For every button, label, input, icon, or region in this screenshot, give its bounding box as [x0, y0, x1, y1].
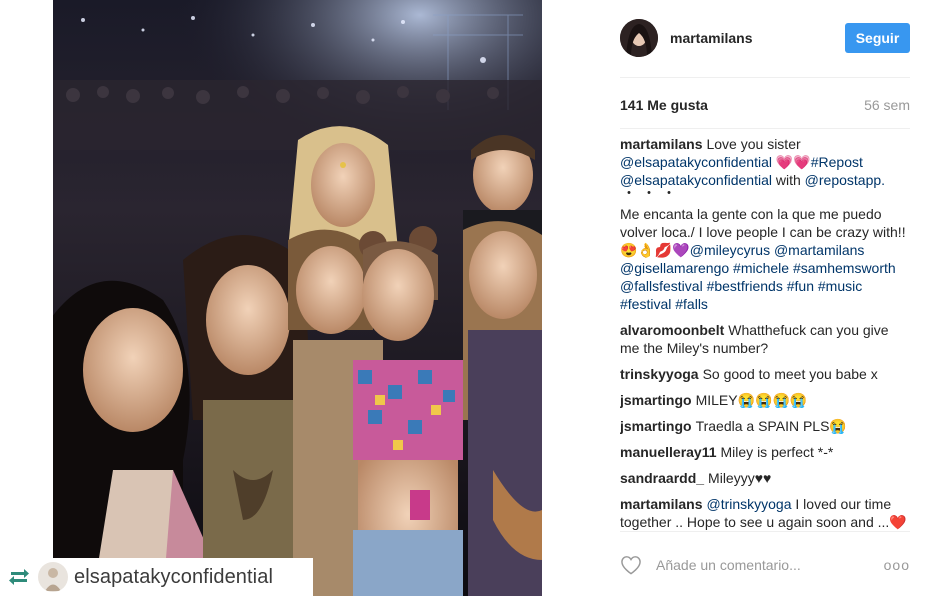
comment-text: Miley is perfect *-*: [720, 444, 834, 460]
hashtag-link[interactable]: #michele: [733, 260, 789, 276]
comment-username[interactable]: manuelleray11: [620, 444, 717, 460]
caption-username[interactable]: martamilans: [620, 136, 702, 152]
mention-link[interactable]: @elsapatakyconfidential: [620, 154, 772, 170]
caption: martamilans Love you sister @elsapatakyco…: [620, 135, 910, 313]
add-comment-bar: ooo: [620, 551, 910, 579]
mention-link[interactable]: @gisellamarengo: [620, 260, 729, 276]
comment-username[interactable]: alvaromoonbelt: [620, 322, 724, 338]
more-options-icon[interactable]: ooo: [884, 557, 910, 573]
divider: [620, 77, 910, 78]
caption-text: Me encanta la gente con la que me puedo …: [620, 206, 906, 240]
caption-text: with: [775, 172, 801, 188]
mention-link[interactable]: @martamilans: [774, 242, 864, 258]
caption-dots: ・・・: [622, 185, 682, 201]
post-info-panel: martamilans Seguir 141 Me gusta 56 sem m…: [600, 0, 930, 596]
caption-text: Love you sister: [706, 136, 801, 152]
comment-item: jsmartingo MILEY😭😭😭😭: [620, 391, 910, 409]
comment-text: Mileyyy♥♥: [708, 470, 772, 486]
hashtag-link[interactable]: #festival: [620, 296, 671, 312]
repost-avatar: [38, 562, 68, 592]
repost-banner: elsapatakyconfidential: [0, 558, 313, 596]
divider: [620, 531, 910, 532]
comment-item: trinskyyoga So good to meet you babe x: [620, 365, 910, 383]
post-stats: 141 Me gusta 56 sem: [620, 97, 910, 113]
concert-photo-illustration: [53, 0, 542, 596]
comment-username[interactable]: trinskyyoga: [620, 366, 699, 382]
emoji: 😍👌💋💜: [620, 242, 690, 258]
mention-link[interactable]: @fallsfestival: [620, 278, 703, 294]
comment-username[interactable]: martamilans: [620, 496, 702, 512]
follow-button[interactable]: Seguir: [845, 23, 910, 53]
heart-outline-icon[interactable]: [620, 553, 644, 577]
post-username[interactable]: martamilans: [670, 30, 845, 46]
comment-item: martamilans @trinskyyoga I loved our time…: [620, 495, 910, 531]
post-photo[interactable]: [53, 0, 542, 596]
mention-link[interactable]: @trinskyyoga: [706, 496, 791, 512]
comment-item: manuelleray11 Miley is perfect *-*: [620, 443, 910, 461]
comment-text: So good to meet you babe x: [702, 366, 878, 382]
likes-count[interactable]: 141 Me gusta: [620, 97, 708, 113]
repost-icon: [6, 566, 32, 588]
avatar[interactable]: [620, 19, 658, 57]
hashtag-link[interactable]: #falls: [675, 296, 708, 312]
mention-link[interactable]: @mileycyrus: [690, 242, 770, 258]
hashtag-link[interactable]: #Repost: [811, 154, 863, 170]
hashtag-link[interactable]: #bestfriends: [707, 278, 783, 294]
photo-panel: elsapatakyconfidential: [0, 0, 600, 596]
hashtag-link[interactable]: #music: [818, 278, 862, 294]
comment-username[interactable]: sandraardd_: [620, 470, 704, 486]
emoji: 💗💗: [775, 154, 811, 170]
comment-username[interactable]: jsmartingo: [620, 418, 692, 434]
repost-username: elsapatakyconfidential: [74, 565, 273, 588]
hashtag-link[interactable]: #fun: [787, 278, 814, 294]
hashtag-link[interactable]: #samhemsworth: [793, 260, 896, 276]
comments-list[interactable]: martamilans Love you sister @elsapatakyco…: [620, 135, 910, 531]
comment-text: MILEY😭😭😭😭: [695, 392, 808, 408]
mention-link[interactable]: @repostapp.: [805, 172, 885, 188]
comment-username[interactable]: jsmartingo: [620, 392, 692, 408]
post-header: martamilans Seguir: [620, 18, 910, 58]
caption-paragraph: Me encanta la gente con la que me puedo …: [620, 205, 910, 313]
comment-item: alvaromoonbelt Whatthefuck can you give m…: [620, 321, 910, 357]
comment-input[interactable]: [656, 557, 878, 573]
comment-item: jsmartingo Traedla a SPAIN PLS😭: [620, 417, 910, 435]
comment-text: Traedla a SPAIN PLS😭: [695, 418, 847, 434]
post-age[interactable]: 56 sem: [864, 97, 910, 113]
divider: [620, 128, 910, 129]
comment-item: sandraardd_ Mileyyy♥♥: [620, 469, 910, 487]
